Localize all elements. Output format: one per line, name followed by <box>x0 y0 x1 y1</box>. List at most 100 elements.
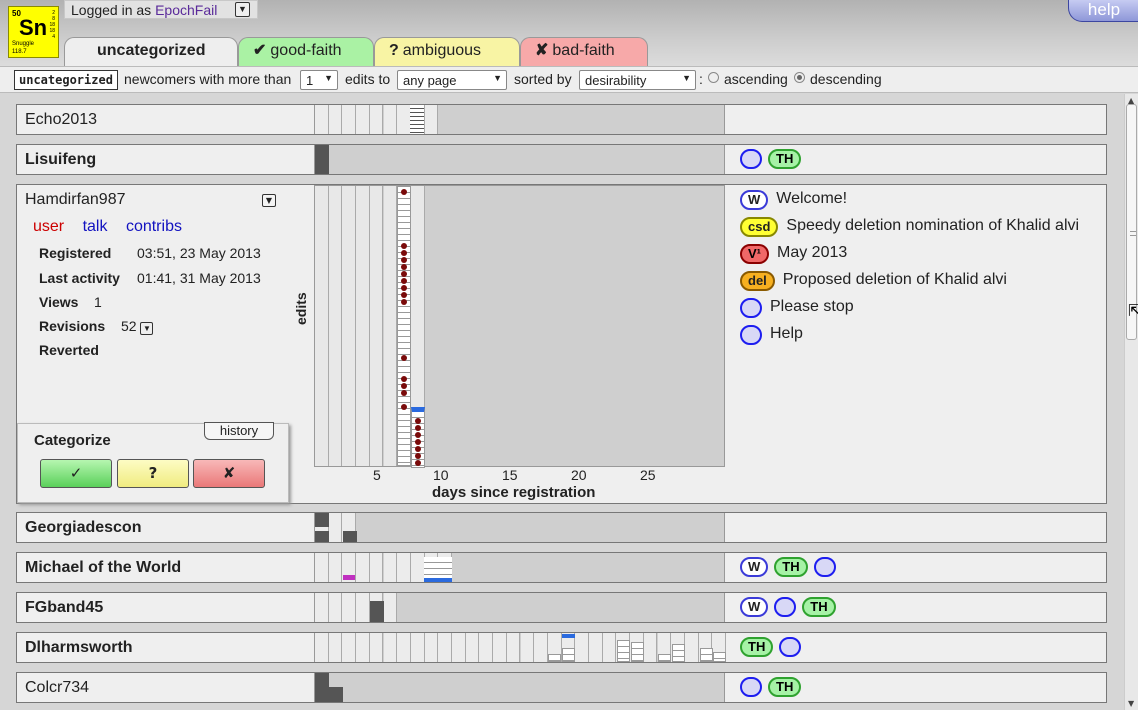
graph-column <box>424 105 439 134</box>
user-name: Lisuifeng <box>25 151 97 168</box>
activity-graph <box>314 513 725 542</box>
login-username[interactable]: EpochFail <box>155 2 217 18</box>
graph-column <box>328 186 343 466</box>
graph-bar <box>617 640 630 662</box>
graph-column <box>328 593 343 622</box>
list-item[interactable]: Dlharmsworth TH <box>16 632 1107 663</box>
bad-faith-button[interactable]: ✘ <box>193 459 265 488</box>
graph-bar <box>370 601 384 622</box>
revisions-value: 52 <box>121 318 137 334</box>
logo-mass: 118.7 <box>12 49 27 55</box>
action-item[interactable]: W Welcome! <box>740 190 1079 217</box>
graph-bar <box>410 105 424 134</box>
question-icon: ? <box>389 42 399 59</box>
chevron-down-icon[interactable]: ▼ <box>140 322 154 335</box>
teahouse-badge[interactable]: TH <box>768 149 802 169</box>
action-item[interactable]: del Proposed deletion of Khalid alvi <box>740 271 1079 298</box>
categorize-title: Categorize <box>34 432 111 449</box>
contribs-link[interactable]: contribs <box>126 218 182 235</box>
category-badge: uncategorized <box>14 70 118 90</box>
min-edits-select[interactable]: 1 ▼ <box>300 70 338 90</box>
graph-column <box>342 105 357 134</box>
action-label: Please stop <box>770 298 854 315</box>
action-item[interactable]: Please stop <box>740 298 1079 325</box>
revert-dot <box>401 390 407 396</box>
good-faith-button[interactable]: ✓ <box>40 459 112 488</box>
teahouse-badge[interactable]: TH <box>768 677 802 697</box>
tab-label: ambiguous <box>402 42 482 59</box>
tab-ambiguous[interactable]: ? ambiguous <box>374 37 520 67</box>
scrollbar[interactable]: ▲ ▼ <box>1124 94 1138 710</box>
logo-side: 2 8 18 18 4 <box>49 10 55 40</box>
ascending-radio[interactable] <box>708 72 719 83</box>
list-item[interactable]: Georgiadescon <box>16 512 1107 543</box>
namespace-select[interactable]: any page ▼ <box>397 70 507 90</box>
snuggle-logo[interactable]: 50 Sn Snuggle 118.7 2 8 18 18 4 <box>8 6 59 58</box>
graph-column <box>520 633 535 662</box>
message-badge[interactable] <box>740 677 762 697</box>
last-activity-value: 01:41, 31 May 2013 <box>137 270 261 286</box>
graph-column <box>342 593 357 622</box>
graph-column <box>356 186 370 466</box>
welcome-badge[interactable]: W <box>740 597 769 617</box>
sort-select[interactable]: desirability ▼ <box>579 70 696 90</box>
scroll-down-icon[interactable]: ▼ <box>1128 699 1134 708</box>
tab-good-faith[interactable]: ✔ good-faith <box>238 37 374 67</box>
deletion-badge: del <box>740 271 775 291</box>
resize-cursor-icon: ⇱ <box>1128 301 1138 320</box>
graph-x-label: days since registration <box>432 484 596 501</box>
tab-uncategorized[interactable]: uncategorized <box>64 37 238 67</box>
action-list: TH <box>740 637 802 659</box>
teahouse-badge[interactable]: TH <box>740 637 774 657</box>
revert-dot <box>415 460 421 466</box>
descending-radio[interactable] <box>794 72 805 83</box>
views-value: 1 <box>94 294 102 310</box>
graph-column <box>643 633 658 662</box>
expanded-user-card[interactable]: Hamdirfan987 ▼ user talk contribs Regist… <box>16 184 1107 504</box>
graph-column <box>465 633 480 662</box>
graph-column <box>383 186 398 466</box>
tab-bad-faith[interactable]: ✘ bad-faith <box>520 37 648 67</box>
list-item[interactable]: Michael of the World W TH <box>16 552 1107 583</box>
filter-colon: : <box>699 71 703 87</box>
message-badge[interactable] <box>774 597 797 617</box>
user-link[interactable]: user <box>33 218 64 235</box>
graph-column <box>315 633 329 662</box>
teahouse-badge[interactable]: TH <box>802 597 836 617</box>
history-button[interactable]: history <box>204 422 274 440</box>
graph-column <box>424 633 439 662</box>
graph-column <box>438 633 452 662</box>
revert-dot <box>401 271 407 277</box>
revert-dot <box>401 355 407 361</box>
revert-dot <box>401 278 407 284</box>
teahouse-badge[interactable]: TH <box>774 557 808 577</box>
message-badge[interactable] <box>779 637 802 657</box>
chevron-down-icon[interactable]: ▼ <box>235 2 250 17</box>
action-item[interactable]: Help <box>740 325 1079 352</box>
ambiguous-button[interactable]: ? <box>117 459 189 488</box>
action-history: W Welcome! csd Speedy deletion nomination … <box>740 190 1079 352</box>
welcome-badge[interactable]: W <box>740 557 769 577</box>
list-item[interactable]: Lisuifeng TH <box>16 144 1107 175</box>
ascending-label: ascending <box>724 71 788 87</box>
user-name: Michael of the World <box>25 559 182 576</box>
graph-column <box>383 553 398 582</box>
action-badge[interactable] <box>740 149 762 169</box>
graph-column <box>452 633 466 662</box>
tab-label: good-faith <box>270 42 342 59</box>
graph-column <box>315 553 329 582</box>
x-tick: 25 <box>640 467 656 483</box>
graph-column <box>315 105 329 134</box>
graph-bar <box>343 531 357 542</box>
message-badge[interactable] <box>813 557 836 577</box>
talk-link[interactable]: talk <box>83 218 108 235</box>
action-item[interactable]: V¹ May 2013 <box>740 244 1079 271</box>
chevron-down-icon[interactable]: ▼ <box>262 194 276 207</box>
list-item[interactable]: Echo2013 <box>16 104 1107 135</box>
graph-column <box>493 633 507 662</box>
action-item[interactable]: csd Speedy deletion nomination of Khalid … <box>740 217 1079 244</box>
list-item[interactable]: Colcr734 TH <box>16 672 1107 703</box>
revert-dot <box>401 264 407 270</box>
help-button[interactable]: help <box>1068 0 1138 22</box>
list-item[interactable]: FGband45 W TH <box>16 592 1107 623</box>
